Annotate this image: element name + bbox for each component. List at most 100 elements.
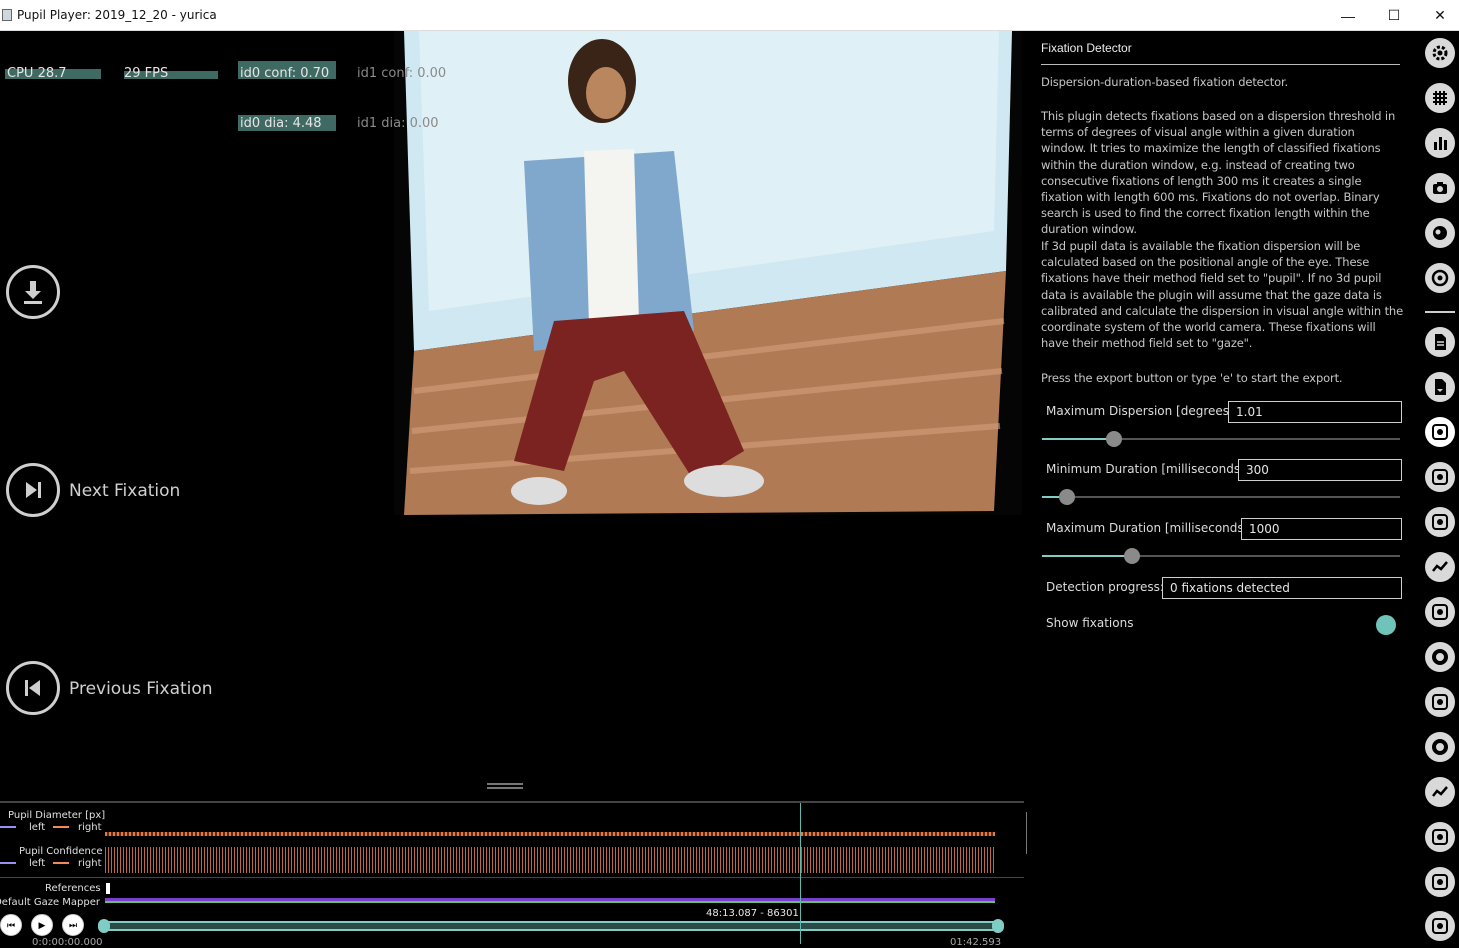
document-export-icon[interactable] (1425, 372, 1455, 402)
export-button[interactable] (6, 265, 60, 319)
left-legend-label: left (29, 822, 46, 833)
camera-icon[interactable] (1425, 173, 1455, 203)
plugin-icon[interactable] (1425, 867, 1455, 897)
id1-dia-stat: id1 dia: 0.00 (357, 116, 439, 131)
panel-title-divider (1041, 64, 1400, 65)
app-icon (2, 9, 12, 21)
minimize-button[interactable]: — (1325, 0, 1371, 31)
eye-icon[interactable] (1425, 218, 1455, 248)
previous-fixation-label: Previous Fixation (69, 679, 213, 699)
max-duration-label: Maximum Duration [milliseconds] (1046, 521, 1249, 535)
id0-dia-stat: id0 dia: 4.48 (240, 116, 322, 131)
gaze-mapper-label: Default Gaze Mapper (0, 897, 100, 908)
detection-progress-label: Detection progress: (1046, 580, 1164, 594)
next-fixation-label: Next Fixation (69, 481, 181, 501)
plugin-icon[interactable] (1425, 911, 1455, 941)
right-legend-label-2: right (78, 858, 102, 869)
gear-icon[interactable] (1425, 38, 1455, 68)
panel-description: Dispersion-duration-based fixation detec… (1041, 75, 1289, 89)
left-legend-swatch-2 (0, 862, 16, 864)
trim-start-handle[interactable] (98, 919, 110, 933)
max-duration-slider-fill (1042, 555, 1132, 557)
right-legend-label: right (78, 822, 102, 833)
max-dispersion-label: Maximum Dispersion [degrees] (1046, 404, 1234, 418)
trim-end-handle[interactable] (992, 919, 1004, 933)
fixation-detector-icon[interactable] (1425, 417, 1455, 447)
seek-start-button[interactable]: ⏮ (0, 914, 22, 936)
max-dispersion-slider-fill (1042, 438, 1114, 440)
pupil-diameter-label: Pupil Diameter [px] (8, 810, 106, 821)
id0-conf-stat: id0 conf: 0.70 (240, 66, 330, 81)
plugin-icon[interactable] (1425, 597, 1455, 627)
close-button[interactable]: ✕ (1417, 0, 1459, 31)
download-icon (24, 281, 42, 304)
detection-progress-field: 0 fixations detected (1162, 577, 1402, 599)
left-legend-label-2: left (29, 858, 46, 869)
right-legend-swatch (53, 826, 69, 828)
skip-next-icon (26, 482, 41, 498)
icon-bar-separator (1425, 311, 1455, 313)
max-dispersion-slider-knob[interactable] (1106, 431, 1122, 447)
max-duration-slider-knob[interactable] (1124, 548, 1140, 564)
fps-stat: 29 FPS (124, 66, 169, 81)
reference-marker (106, 883, 110, 894)
skip-forward-icon: ⏭ (68, 919, 78, 930)
bar-chart-icon[interactable] (1425, 128, 1455, 158)
plugin-icon[interactable] (1425, 462, 1455, 492)
pupil-confidence-label: Pupil Confidence (19, 846, 103, 857)
pupil-confidence-track (105, 847, 995, 873)
maximize-button[interactable]: ☐ (1371, 0, 1417, 31)
line-chart-icon[interactable] (1425, 552, 1455, 582)
previous-fixation-button[interactable] (6, 661, 60, 715)
grid-icon[interactable] (1425, 83, 1455, 113)
seek-bar[interactable] (98, 919, 1004, 933)
min-duration-input[interactable]: 300 (1238, 459, 1402, 481)
right-legend-swatch-2 (53, 862, 69, 864)
world-video-frame (394, 31, 1022, 515)
max-duration-slider[interactable] (1042, 548, 1400, 564)
panel-paragraph-1: This plugin detects fixations based on a… (1041, 109, 1396, 237)
title-bar: Pupil Player: 2019_12_20 - yurica — ☐ ✕ (0, 0, 1459, 31)
ring-icon[interactable] (1425, 642, 1455, 672)
playhead[interactable] (800, 803, 801, 944)
skip-back-icon: ⏮ (6, 919, 16, 930)
seek-end-button[interactable]: ⏭ (62, 914, 84, 936)
world-view[interactable]: CPU 28.7 29 FPS id0 conf: 0.70 id1 conf:… (0, 31, 1024, 801)
max-dispersion-input[interactable]: 1.01 (1228, 401, 1402, 423)
plugin-icon[interactable] (1425, 687, 1455, 717)
target-icon[interactable] (1425, 263, 1455, 293)
left-legend-swatch (0, 826, 16, 828)
timeline-resize-handle[interactable] (487, 783, 523, 789)
line-chart-icon[interactable] (1425, 777, 1455, 807)
start-time-label: 0:0:00:00.000 (32, 937, 103, 948)
next-fixation-button[interactable] (6, 463, 60, 517)
cpu-stat: CPU 28.7 (7, 66, 67, 81)
plugin-icon[interactable] (1425, 822, 1455, 852)
timeline-divider (0, 877, 1024, 878)
gaze-mapper-track-green (105, 901, 995, 903)
window-title: Pupil Player: 2019_12_20 - yurica (17, 8, 217, 22)
frame-readout: 48:13.087 - 86301 (706, 908, 799, 919)
panel-paragraph-2: If 3d pupil data is available the fixati… (1041, 239, 1403, 351)
end-time-label: 01:42.593 (950, 937, 1002, 948)
show-fixations-label: Show fixations (1046, 616, 1134, 630)
max-duration-input[interactable]: 1000 (1241, 518, 1402, 540)
id1-conf-stat: id1 conf: 0.00 (357, 66, 447, 81)
ring-icon[interactable] (1425, 732, 1455, 762)
min-duration-label: Minimum Duration [milliseconds] (1046, 462, 1245, 476)
panel-paragraph-3: Press the export button or type 'e' to s… (1041, 371, 1343, 385)
min-duration-slider[interactable] (1042, 489, 1400, 505)
skip-previous-icon (25, 680, 40, 696)
panel-title: Fixation Detector (1041, 41, 1132, 55)
play-icon: ▶ (38, 919, 46, 930)
timeline-panel: Pupil Diameter [px] left right Pupil Con… (0, 801, 1024, 948)
pupil-diameter-track (105, 832, 995, 836)
min-duration-slider-knob[interactable] (1059, 489, 1075, 505)
document-icon[interactable] (1425, 327, 1455, 357)
play-button[interactable]: ▶ (31, 914, 53, 936)
plugin-icon-bar (1417, 31, 1459, 942)
max-dispersion-slider[interactable] (1042, 431, 1400, 447)
show-fixations-toggle[interactable] (1376, 615, 1396, 635)
plugin-icon[interactable] (1425, 507, 1455, 537)
references-label: References (45, 883, 101, 894)
